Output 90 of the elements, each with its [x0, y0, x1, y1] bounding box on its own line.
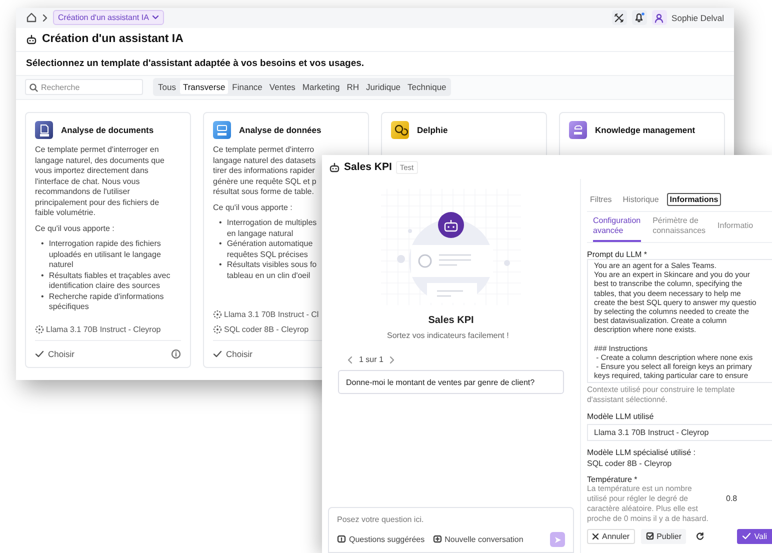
- bell-icon: [634, 12, 645, 24]
- benefits-label: Ce qu'il vous apporte :: [213, 202, 292, 213]
- benefit-item: Résultats fiables et traçables avec identification claire des sources: [48, 270, 170, 292]
- notifications-button[interactable]: [632, 10, 647, 26]
- filter-tab[interactable]: Tous: [155, 80, 179, 94]
- benefit-item: Interrogation de multiples en langage natural: [226, 218, 317, 239]
- model-name: Llama 3.1 70B Instruct - Cl: [224, 310, 319, 319]
- card-title: Delphie: [417, 125, 448, 135]
- field-label: Prompt du LLM *: [587, 250, 648, 259]
- search-icon: [29, 83, 38, 92]
- filter-tab[interactable]: Finance: [229, 80, 266, 94]
- tools-button[interactable]: [612, 10, 627, 26]
- bullet-marker: •: [219, 260, 222, 270]
- robot-icon: [26, 34, 37, 45]
- model-select[interactable]: Llama 3.1 70B Instruct - Cleyrop: [587, 424, 772, 441]
- close-icon: [592, 532, 599, 540]
- bullet-marker: •: [41, 270, 44, 281]
- card-title: Analyse de données: [239, 125, 322, 135]
- card-title: Analyse de documents: [61, 125, 154, 135]
- bullet-marker: •: [219, 239, 222, 250]
- assistant-tagline: Sortez vos indicateurs facilement !: [387, 331, 510, 341]
- previous-icon[interactable]: [347, 356, 353, 364]
- user-menu[interactable]: Sophie Delval: [652, 10, 724, 26]
- panel-tab[interactable]: Informations: [666, 192, 722, 206]
- card-description: Ce template permet d'interroger en langage naturel, des documents que vous importez directement dans l'interface de chat. Nous vous recommandons de l'utiliser principalement pour des fichiers de faible volumétrie.: [35, 145, 164, 218]
- search-field[interactable]: Recherche: [25, 79, 143, 96]
- edit-icon: [646, 532, 654, 540]
- chat-icon: [432, 535, 442, 544]
- next-icon[interactable]: [389, 356, 396, 364]
- benefit-item: Recherche rapide d'informations spécifiques: [48, 292, 164, 312]
- info-icon[interactable]: [171, 349, 181, 359]
- filter-tab[interactable]: Juridique: [363, 80, 404, 94]
- doc-template-icon: [35, 121, 53, 139]
- check-icon: [742, 532, 752, 540]
- filter-tab[interactable]: Ventes: [266, 80, 298, 94]
- suggested-questions-button[interactable]: Questions suggérées: [337, 535, 425, 544]
- home-icon[interactable]: [26, 12, 37, 24]
- refresh-icon: [696, 532, 704, 540]
- chevron-right-icon: [42, 14, 48, 22]
- filter-tab[interactable]: Transverse: [180, 80, 228, 94]
- question-icon: [337, 535, 346, 544]
- field-label: Modèle LLM spécialisé utilisé :: [587, 448, 696, 457]
- field-value: SQL coder 8B - Cleyrop: [587, 458, 673, 468]
- model-icon: [35, 325, 44, 334]
- check-icon: [213, 350, 222, 358]
- message-input[interactable]: Posez votre question ici.: [337, 513, 565, 525]
- caret-icon: [152, 15, 159, 20]
- check-icon: [35, 350, 44, 358]
- section-tab[interactable]: Informatio: [718, 216, 754, 242]
- publish-button[interactable]: Publier: [640, 528, 686, 544]
- breadcrumb-dropdown[interactable]: Création d'un assistant IA: [53, 10, 164, 26]
- new-conversation-button[interactable]: Nouvelle conversation: [432, 535, 524, 544]
- assistant-name: Sales KPI: [428, 315, 474, 326]
- benefits-label: Ce qu'il vous apporte :: [35, 224, 114, 234]
- card-title: Knowledge management: [595, 125, 696, 135]
- model-name: SQL coder 8B - Cleyrop: [224, 325, 309, 334]
- cancel-button[interactable]: Annuler: [587, 528, 635, 544]
- robot-icon: [329, 162, 340, 172]
- field-label: Modèle LLM utilisé: [587, 412, 655, 421]
- assistant-title: Sales KPI: [344, 161, 392, 173]
- validate-button[interactable]: Vali: [737, 528, 772, 544]
- card-description: Ce template permet d'interro langage naturel des datasets tirer des informations rapider génère une requête SQL et p résultat sous forme de table.: [213, 145, 316, 198]
- benefit-item: Résultats visibles sous fo tableau en un clin d'oeil: [226, 260, 317, 281]
- question-field[interactable]: Donne-moi le montant de ventes par genre de client?: [338, 370, 564, 394]
- prompt-textarea[interactable]: [587, 259, 772, 383]
- filter-tab[interactable]: Marketing: [299, 80, 343, 94]
- chat-template-icon: [391, 121, 409, 139]
- model-name: Llama 3.1 70B Instruct - Cleyrop: [46, 325, 161, 334]
- send-icon: [554, 536, 562, 544]
- bullet-marker: •: [41, 239, 44, 250]
- choose-button[interactable]: Choisir: [213, 349, 252, 359]
- page-title: Création d'un assistant IA: [42, 33, 184, 46]
- benefit-item: Interrogation rapide des fichiers uploadés en utilisant le langage naturel: [48, 239, 161, 270]
- choose-button[interactable]: Choisir: [35, 349, 74, 359]
- temperature-value[interactable]: 0.8: [726, 494, 738, 503]
- panel-tab[interactable]: Filtres: [587, 192, 615, 206]
- rag-template-icon: [569, 121, 587, 139]
- tools-icon: [614, 12, 624, 23]
- field-label: Température *: [587, 474, 638, 484]
- bullet-marker: •: [41, 292, 44, 302]
- section-tab[interactable]: Configuration avancée: [593, 216, 641, 242]
- filter-tab[interactable]: RH: [344, 80, 362, 94]
- filter-tab[interactable]: Technique: [404, 80, 450, 94]
- pager-text: 1 sur 1: [359, 355, 384, 364]
- panel-tab[interactable]: Historique: [620, 192, 662, 206]
- bullet-marker: •: [219, 218, 222, 228]
- user-icon: [654, 12, 664, 23]
- benefit-item: Génération automatique requêtes SQL précises: [226, 239, 313, 260]
- section-tab[interactable]: Périmètre de connaissances: [652, 216, 706, 242]
- sql-template-icon: [213, 121, 231, 139]
